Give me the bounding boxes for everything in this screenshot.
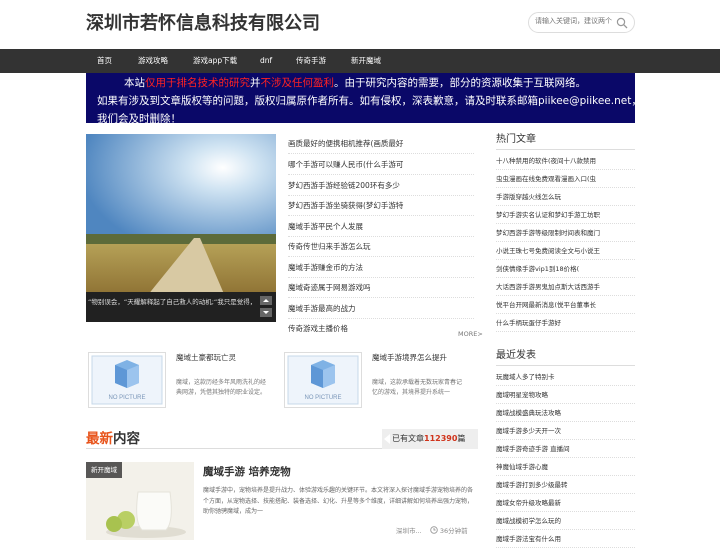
no-picture-label: NO PICTURE <box>108 395 145 401</box>
sidebar-hot-item[interactable]: 剑侠情缘手游vip1到18价格( <box>496 260 635 278</box>
sidebar-recent-item[interactable]: 魔域战模初学怎么玩的 <box>496 512 635 530</box>
list-item[interactable]: 梦幻西游手游坐骑获得(梦幻手游特 <box>288 196 474 216</box>
nav-item-new-mo-yu[interactable]: 新开魔域 <box>351 49 381 73</box>
sidebar-hot-item[interactable]: 梦幻手游实名认证和梦幻手游工坊职 <box>496 206 635 224</box>
more-link[interactable]: MORE> <box>458 330 483 338</box>
slider-up-icon[interactable] <box>260 296 272 305</box>
list-item[interactable]: 哪个手游可以赚人民币(什么手游可 <box>288 155 474 175</box>
sidebar-hot-item[interactable]: 什么手柄玩蛋仔手游好 <box>496 314 635 332</box>
section-title: 最新内容 <box>86 427 140 447</box>
list-item[interactable]: 魔域奇迹属于网易游戏吗 <box>288 278 474 298</box>
sidebar-hot-item[interactable]: 虫虫漫画在线免费观看漫画入口(虫 <box>496 170 635 188</box>
site-title[interactable]: 深圳市若怀信息科技有限公司 <box>86 9 320 35</box>
list-item[interactable]: 传奇游戏主播价格 <box>288 319 474 339</box>
article-desc: 魔域手游中，宠物培养是提升战力、体验游戏乐趣的关键环节。本文将深入探讨魔域手游宠… <box>203 487 474 515</box>
section-title-rest: 内容 <box>113 431 140 447</box>
sidebar-recent-item[interactable]: 魔域女帝升级攻略最新 <box>496 494 635 512</box>
sidebar-hot-title: 热门文章 <box>496 130 635 150</box>
sidebar-hot-item[interactable]: 手游版穿越火线怎么玩 <box>496 188 635 206</box>
article-item[interactable]: 新开魔域 魔域手游 培养宠物 魔域手游中，宠物培养是提升战力、体验游戏乐趣的关键… <box>86 462 478 540</box>
notice-text: 并 <box>250 77 261 89</box>
nav-item-legend-mobile[interactable]: 传奇手游 <box>296 49 326 73</box>
notice-banner: 本站仅用于排名技术的研究并不涉及任何盈利。由于研究内容的需要，部分的资源收集于互… <box>86 73 642 125</box>
article-meta: 深圳市... 36分钟前 <box>396 525 468 535</box>
slider-caption-text: “物别误会，“天耀解释起了自己救人的动机;“我只是觉得， <box>88 298 257 306</box>
no-picture-icon: NO PICTURE <box>287 355 359 405</box>
notice-line-1: 本站仅用于排名技术的研究并不涉及任何盈利。由于研究内容的需要，部分的资源收集于互… <box>124 75 586 90</box>
sidebar-recent-item[interactable]: 魔域手游打到多少级最转 <box>496 476 635 494</box>
latest-section-header: 最新内容 已有文章112390篇 <box>86 425 478 449</box>
image-slider[interactable]: “物别误会，“天耀解释起了自己救人的动机;“我只是觉得， <box>86 134 276 322</box>
notice-line-2: 如果有涉及到文章版权等的问题，版权归属原作者所有。如有侵权，深表歉意，请及时联系… <box>97 95 642 107</box>
article-thumbnail[interactable]: 新开魔域 <box>86 462 194 540</box>
sidebar-recent-item[interactable]: 魔域手游奇迹手游 直播间 <box>496 440 635 458</box>
list-item[interactable]: 传奇传世归来手游怎么玩 <box>288 237 474 257</box>
article-time: 36分钟前 <box>439 527 468 535</box>
sidebar-recent-item[interactable]: 神魔仙域手游心魔 <box>496 458 635 476</box>
main-nav: 首页 游戏攻略 游戏app下载 dnf 传奇手游 新开魔域 <box>0 49 720 73</box>
article-source: 深圳市... <box>396 527 422 535</box>
list-item[interactable]: 梦幻西游手游经验链200环有多少 <box>288 176 474 196</box>
card-title[interactable]: 魔域土豪都玩亡灵 <box>176 352 236 363</box>
no-picture-label: NO PICTURE <box>304 395 341 401</box>
nav-item-app-download[interactable]: 游戏app下载 <box>193 49 237 73</box>
list-item[interactable]: 魔域手游赚金币的方法 <box>288 258 474 278</box>
search-box[interactable] <box>528 12 635 33</box>
slider-down-icon[interactable] <box>260 308 272 317</box>
notice-highlight: 仅用于排名技术的研究 <box>145 77 250 89</box>
nav-item-dnf[interactable]: dnf <box>260 49 272 73</box>
notice-text: 本站 <box>124 77 145 89</box>
sidebar-recent-item[interactable]: 魔域手游法宝有什么用 <box>496 530 635 548</box>
list-item[interactable]: 魔域手游平民个人发展 <box>288 217 474 237</box>
featured-card[interactable]: NO PICTURE 魔域土豪都玩亡灵 魔域，这款历经多年风雨洗礼的经典网游，凭… <box>86 352 271 410</box>
sidebar-recent-item[interactable]: 魔域战模盛典玩法攻略 <box>496 404 635 422</box>
notice-text: 。由于研究内容的需要，部分的资源收集于互联网络。 <box>334 77 586 89</box>
notice-line-3: 我们会及时删除！ <box>97 113 181 125</box>
clock-icon <box>430 526 438 534</box>
article-count: 112390 <box>424 434 458 443</box>
search-input[interactable] <box>535 17 615 25</box>
nav-item-home[interactable]: 首页 <box>97 49 112 73</box>
sidebar-hot-item[interactable]: 十八种禁用的软件(夜间十八款禁用 <box>496 152 635 170</box>
no-picture-thumbnail[interactable]: NO PICTURE <box>284 352 362 408</box>
nav-item-guides[interactable]: 游戏攻略 <box>138 49 168 73</box>
article-category-tag[interactable]: 新开魔域 <box>86 462 122 478</box>
list-item[interactable]: 魔域手游最高的战力 <box>288 299 474 319</box>
sidebar-recent-item[interactable]: 玩魔域人多了特别卡 <box>496 368 635 386</box>
site-header: 深圳市若怀信息科技有限公司 <box>0 0 720 49</box>
sidebar-hot-item[interactable]: 大话西游手游男鬼加点斯大话西游手 <box>496 278 635 296</box>
featured-card[interactable]: NO PICTURE 魔域手游境界怎么提升 魔域，这款承载着无数玩家青春记忆的游… <box>282 352 467 410</box>
article-count-badge: 已有文章112390篇 <box>382 429 478 449</box>
card-desc: 魔域，这款承载着无数玩家青春记忆的游戏，其境界提升系统一 <box>372 379 463 396</box>
section-title-accent: 最新 <box>86 431 113 447</box>
no-picture-thumbnail[interactable]: NO PICTURE <box>88 352 166 408</box>
search-icon[interactable] <box>616 17 628 29</box>
sidebar-recent-title: 最近发表 <box>496 346 635 366</box>
notice-highlight: 不涉及任何盈利 <box>260 77 335 89</box>
sidebar-hot-item[interactable]: 小说王珠七号免费阅读全文与小说王 <box>496 242 635 260</box>
card-desc: 魔域，这款历经多年风雨洗礼的经典网游，凭借其独特的职业设定。 <box>176 379 267 396</box>
slider-caption: “物别误会，“天耀解释起了自己救人的动机;“我只是觉得， <box>86 292 276 322</box>
article-title[interactable]: 魔域手游 培养宠物 <box>203 464 291 479</box>
count-suffix: 篇 <box>457 434 466 443</box>
count-prefix: 已有文章 <box>392 434 424 443</box>
sidebar-recent-item[interactable]: 魔域手游多少天开一次 <box>496 422 635 440</box>
list-item[interactable]: 画质最好的便携相机推荐(画质最好 <box>288 134 474 154</box>
no-picture-icon: NO PICTURE <box>91 355 163 405</box>
card-title[interactable]: 魔域手游境界怎么提升 <box>372 352 447 363</box>
sidebar-recent-item[interactable]: 魔域明星宠物攻略 <box>496 386 635 404</box>
triangle-icon <box>384 434 390 444</box>
sidebar-hot-item[interactable]: 悦平台开网最新消息(悦平台董事长 <box>496 296 635 314</box>
sidebar-hot-item[interactable]: 梦幻西游手游等级限制时间表和魔门 <box>496 224 635 242</box>
